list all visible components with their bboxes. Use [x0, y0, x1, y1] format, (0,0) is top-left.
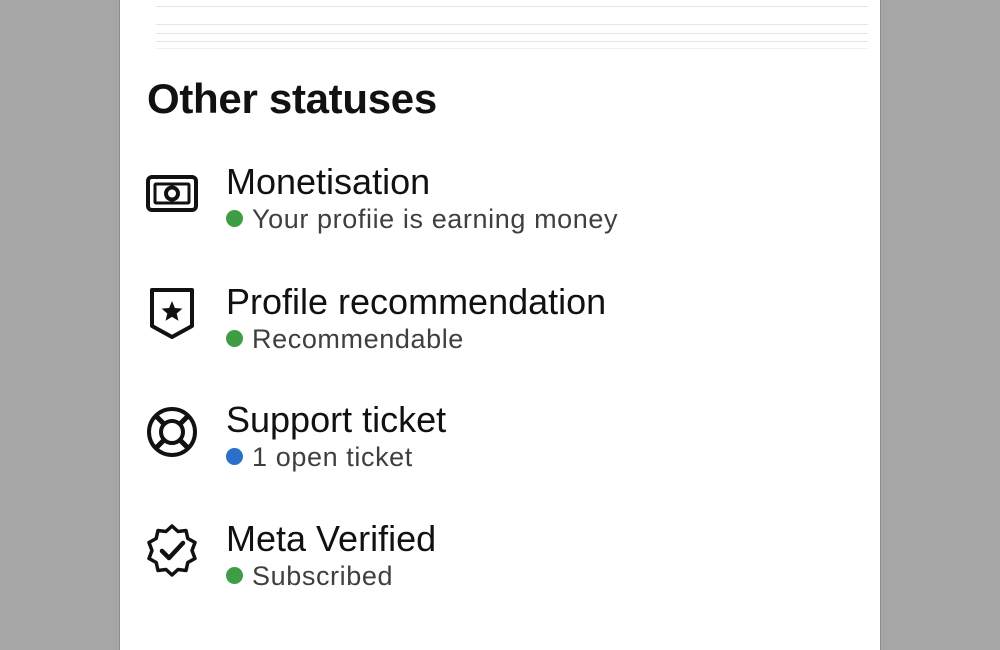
status-item-profile-recommendation[interactable]: Profile recommendation Recommendable	[120, 281, 860, 376]
status-item-support-ticket[interactable]: Support ticket 1 open ticket	[120, 399, 860, 494]
divider	[156, 33, 868, 34]
status-text: 1 open ticket	[252, 442, 413, 472]
status-dot	[226, 210, 243, 228]
divider	[156, 48, 868, 49]
divider	[156, 41, 868, 42]
status-item-monetisation[interactable]: Monetisation Your profiie is earning mon…	[120, 161, 860, 256]
status-item-subtitle: Subscribed	[226, 559, 393, 593]
status-dot	[226, 330, 243, 348]
status-dot	[226, 567, 243, 585]
lifebuoy-icon	[144, 404, 200, 460]
status-item-title: Meta Verified	[226, 518, 437, 559]
divider	[156, 6, 868, 7]
status-item-subtitle: 1 open ticket	[226, 440, 413, 474]
status-item-title: Monetisation	[226, 161, 431, 202]
status-item-title: Support ticket	[226, 399, 447, 440]
status-text: Recommendable	[252, 324, 464, 354]
status-dot	[226, 448, 243, 466]
status-item-meta-verified[interactable]: Meta Verified Subscribed	[120, 518, 860, 613]
status-item-subtitle: Your profiie is earning money	[226, 202, 618, 236]
status-text: Subscribed	[252, 561, 394, 591]
section-title: Other statuses	[147, 75, 437, 122]
divider	[156, 24, 868, 25]
status-item-subtitle: Recommendable	[226, 322, 464, 356]
statuses-panel: Other statuses Monetisation Your profiie…	[119, 0, 881, 650]
status-text: Your profiie is earning money	[252, 204, 619, 234]
shield-star-icon	[144, 286, 200, 342]
verified-badge-icon	[144, 523, 200, 579]
money-icon	[144, 166, 200, 222]
status-item-title: Profile recommendation	[226, 281, 607, 322]
previous-section-remnant	[156, 0, 868, 50]
